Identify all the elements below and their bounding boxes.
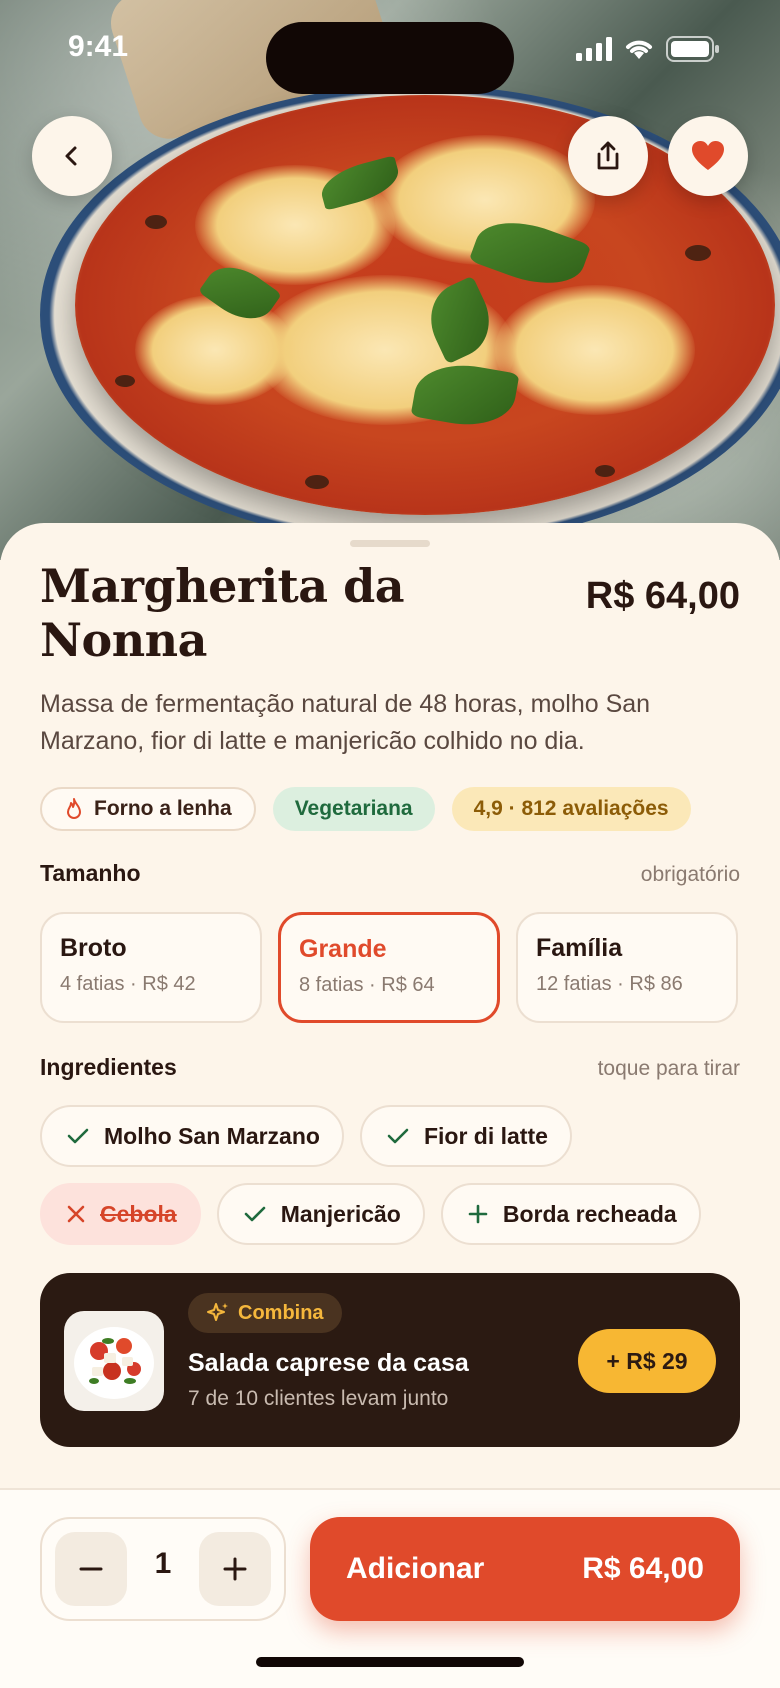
- back-button[interactable]: [32, 116, 112, 196]
- ingredient-label: Fior di latte: [423, 1122, 548, 1149]
- share-icon: [597, 141, 619, 170]
- section-hint: toque para tirar: [597, 1057, 740, 1080]
- plus-icon: [223, 1557, 247, 1581]
- combo-badge: Combina: [188, 1293, 342, 1333]
- size-detail: 12 fatias · R$ 86: [536, 973, 683, 995]
- check-icon: [244, 1206, 265, 1222]
- flame-icon: [67, 798, 81, 819]
- heart-icon: [692, 141, 724, 170]
- ingredient-label: Molho San Marzano: [104, 1122, 320, 1149]
- share-button[interactable]: [568, 116, 648, 196]
- section-title: Tamanho: [40, 860, 141, 886]
- status-time: 9:41: [68, 30, 129, 63]
- product-description: Massa de fermentação natural de 48 horas…: [40, 690, 651, 755]
- product-sheet: Margherita da Nonna R$ 64,00 Massa de fe…: [0, 523, 780, 1488]
- size-option-grande[interactable]: Grande 8 fatias · R$ 64: [278, 912, 500, 1023]
- combo-add-button[interactable]: + R$ 29: [578, 1329, 716, 1393]
- close-icon: [67, 1205, 85, 1223]
- tag-list: Forno a lenha Vegetariana 4,9 · 812 aval…: [40, 787, 691, 831]
- size-option-broto[interactable]: Broto 4 fatias · R$ 42: [40, 912, 262, 1023]
- tag-vegetarian: Vegetariana: [272, 787, 435, 831]
- section-title: Ingredientes: [40, 1054, 177, 1080]
- decrease-quantity-button[interactable]: [55, 1532, 127, 1606]
- tag-rating: 4,9 · 812 avaliações: [451, 787, 691, 831]
- quantity-stepper: 1: [40, 1517, 286, 1621]
- ingredients-section-header: Ingredientes toque para tirar: [40, 1054, 740, 1081]
- ingredient-chip-manjericao[interactable]: Manjericão: [216, 1183, 425, 1245]
- cheese: [495, 285, 695, 415]
- quantity-value: 1: [154, 1547, 172, 1580]
- char-spot: [305, 475, 329, 489]
- plus-icon: [468, 1204, 488, 1224]
- dynamic-island: [266, 22, 514, 94]
- wifi-icon: [626, 40, 652, 59]
- ingredient-chip-borda-recheada[interactable]: Borda recheada: [440, 1183, 701, 1245]
- char-spot: [685, 245, 711, 261]
- add-to-cart-total: R$ 64,00: [582, 1552, 704, 1585]
- size-options: Broto 4 fatias · R$ 42 Grande 8 fatias ·…: [40, 912, 738, 1023]
- sparkle-icon: [207, 1303, 228, 1321]
- size-section-header: Tamanho obrigatório: [40, 860, 740, 887]
- salad-thumbnail: [64, 1311, 164, 1411]
- char-spot: [115, 375, 135, 387]
- tag-label: Forno a lenha: [94, 797, 232, 820]
- ingredient-label: Cebola: [100, 1200, 177, 1227]
- section-hint: obrigatório: [640, 863, 740, 886]
- combo-item-name: Salada caprese da casa: [188, 1349, 469, 1377]
- sheet-grabber[interactable]: [350, 540, 430, 547]
- product-price: R$ 64,00: [585, 575, 740, 617]
- size-detail: 4 fatias · R$ 42: [60, 973, 196, 995]
- tag-label: 4,9 · 812 avaliações: [473, 797, 669, 820]
- favorite-button[interactable]: [668, 116, 748, 196]
- char-spot: [595, 465, 615, 477]
- increase-quantity-button[interactable]: [199, 1532, 271, 1606]
- check-icon: [387, 1128, 409, 1144]
- product-title: Margherita da Nonna: [40, 559, 405, 667]
- ingredient-chip-molho[interactable]: Molho San Marzano: [40, 1105, 344, 1167]
- size-name: Broto: [60, 934, 127, 962]
- ingredient-label: Borda recheada: [502, 1200, 677, 1227]
- signal-icon: [576, 37, 612, 61]
- status-bar: 9:41: [0, 0, 780, 100]
- caprese-salad-image: [74, 1327, 154, 1399]
- combo-item-subtitle: 7 de 10 clientes levam junto: [188, 1387, 449, 1410]
- ingredient-chip-cebola[interactable]: Cebola: [40, 1183, 201, 1245]
- battery-icon: [666, 36, 719, 62]
- ingredient-row: Molho San Marzano Fior di latte: [40, 1105, 572, 1167]
- check-icon: [67, 1128, 89, 1144]
- size-name: Grande: [299, 935, 387, 963]
- status-icons: [576, 36, 720, 62]
- size-option-familia[interactable]: Família 12 fatias · R$ 86: [516, 912, 738, 1023]
- size-name: Família: [536, 934, 623, 962]
- tag-label: Vegetariana: [294, 797, 413, 820]
- ingredient-chip-fior-di-latte[interactable]: Fior di latte: [359, 1105, 572, 1167]
- home-indicator[interactable]: [256, 1657, 524, 1667]
- tag-wood-oven: Forno a lenha: [40, 787, 256, 831]
- add-to-cart-label: Adicionar: [346, 1552, 485, 1585]
- size-detail: 8 fatias · R$ 64: [299, 974, 435, 996]
- ingredient-row: Cebola Manjericão Borda recheada: [40, 1183, 701, 1245]
- combo-badge-label: Combina: [238, 1301, 324, 1324]
- chevron-left-icon: [65, 146, 77, 166]
- combo-suggestion-card[interactable]: Combina Salada caprese da casa 7 de 10 c…: [40, 1273, 740, 1447]
- cheese: [135, 295, 295, 405]
- add-to-cart-button[interactable]: Adicionar R$ 64,00: [310, 1517, 740, 1621]
- ingredient-label: Manjericão: [280, 1200, 401, 1227]
- minus-icon: [79, 1567, 103, 1571]
- char-spot: [145, 215, 167, 229]
